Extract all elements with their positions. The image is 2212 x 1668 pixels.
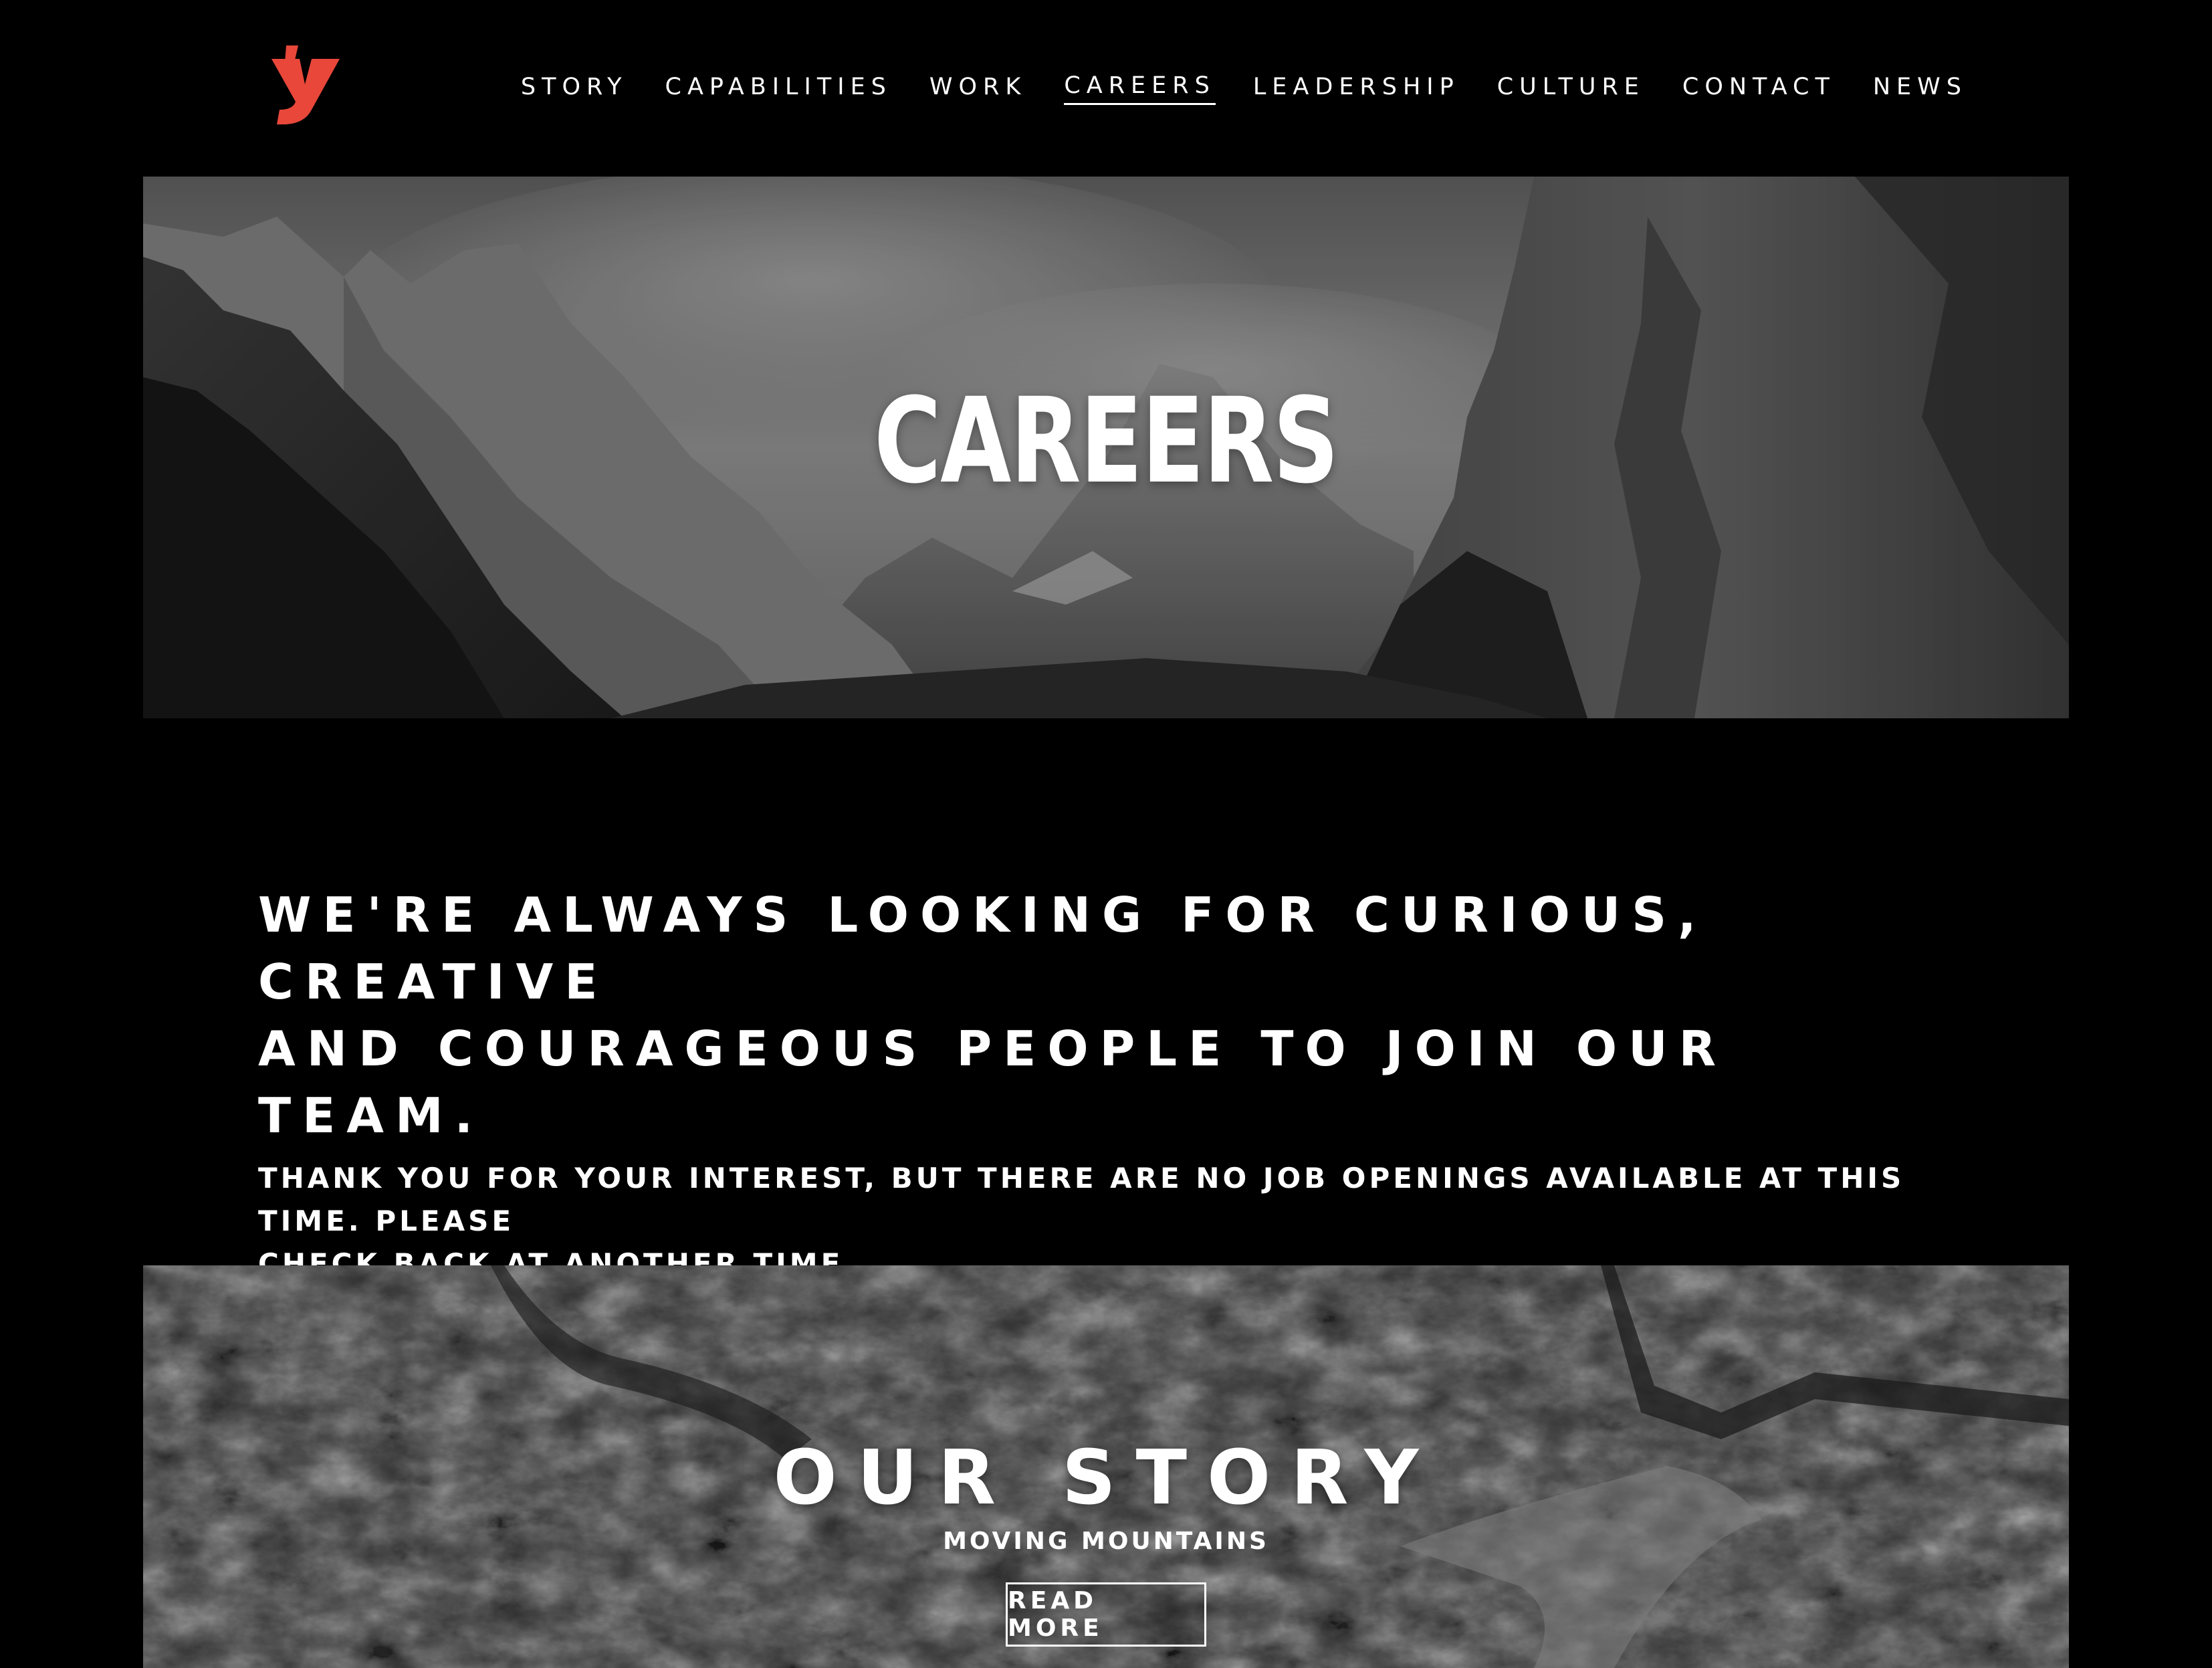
nav-culture[interactable]: CULTURE [1497,74,1645,104]
nav-story[interactable]: STORY [521,74,628,104]
story-title: OUR STORY [773,1435,1439,1522]
our-story-section: OUR STORY MOVING MOUNTAINS READ MORE [143,1265,2069,1668]
logo[interactable] [270,45,342,126]
intro-heading: WE'RE ALWAYS LOOKING FOR CURIOUS, CREATI… [258,887,1728,1144]
nav-careers[interactable]: CAREERS [1064,72,1216,105]
hero-title: CAREERS [874,373,1339,510]
nav-work[interactable]: WORK [929,74,1026,104]
nav-leadership[interactable]: LEADERSHIP [1253,74,1460,104]
story-subtitle: MOVING MOUNTAINS [943,1528,1269,1555]
careers-intro: WE'RE ALWAYS LOOKING FOR CURIOUS, CREATI… [258,881,1970,1285]
site-header: STORY CAPABILITIES WORK CAREERS LEADERSH… [0,0,2212,177]
logo-y-mark [271,45,340,124]
nav-capabilities[interactable]: CAPABILITIES [665,74,892,104]
main-nav: STORY CAPABILITIES WORK CAREERS LEADERSH… [483,72,1967,105]
nav-contact[interactable]: CONTACT [1682,74,1836,104]
nav-news[interactable]: NEWS [1873,74,1967,104]
hero-banner: CAREERS [143,177,2069,718]
read-more-button[interactable]: READ MORE [1006,1582,1206,1647]
